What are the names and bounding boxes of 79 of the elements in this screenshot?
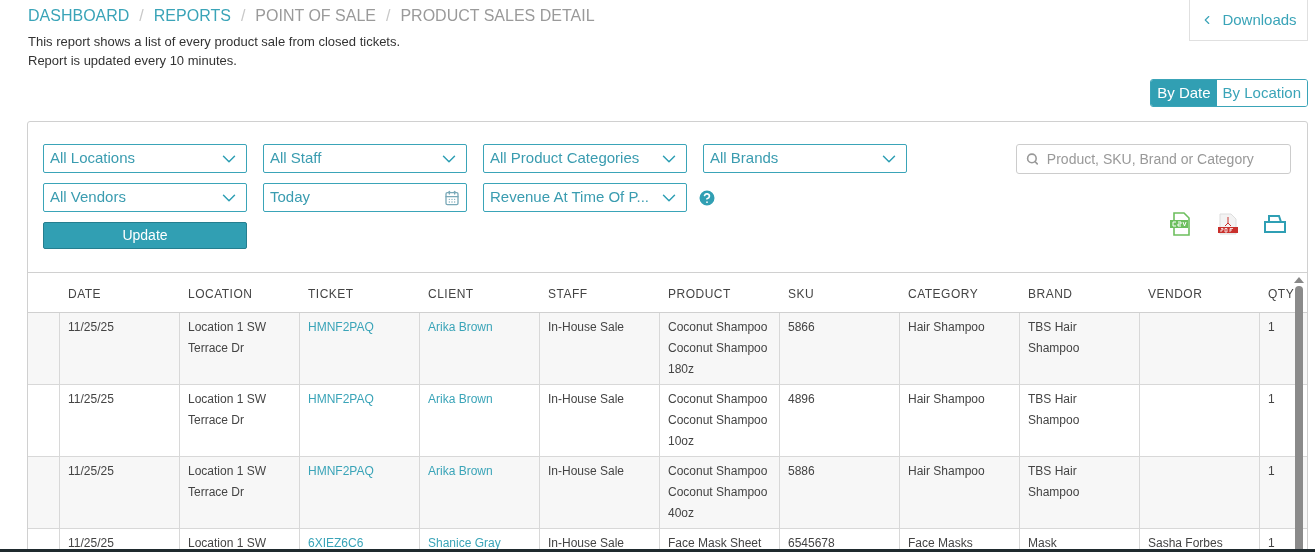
scrollbar[interactable] [1294, 277, 1304, 552]
help-icon[interactable] [697, 187, 717, 208]
table-cell: 1 [1268, 392, 1275, 406]
table-link[interactable]: Arika Brown [428, 464, 493, 478]
table-cell: TBS Hair Shampoo [1028, 464, 1080, 499]
table-cell: Hair Shampoo [908, 392, 985, 406]
table-link[interactable]: Shanice Gray [428, 536, 501, 550]
breadcrumb-item: PRODUCT SALES DETAIL [400, 6, 595, 26]
table-cell: TBS Hair Shampoo [1028, 392, 1080, 427]
table-cell: Face Mask Sheet [668, 536, 762, 550]
table-cell: 5866 [788, 320, 815, 334]
search-icon [1026, 152, 1039, 166]
breadcrumb-link[interactable]: DASHBOARD [28, 4, 130, 28]
table-cell: TBS Hair Shampoo [1028, 320, 1080, 355]
table-cell: In-House Sale [548, 536, 625, 550]
table-cell: In-House Sale [548, 320, 625, 334]
pdf-file-icon[interactable] [1217, 213, 1239, 235]
dropdown[interactable]: Revenue At Time Of P... [483, 183, 687, 212]
table-cell: Location 1 SW Terrace Dr [188, 320, 267, 355]
column-header: DATE [68, 286, 102, 301]
breadcrumb-separator: / [139, 6, 144, 26]
description-text: Report is updated every 10 minutes. [28, 52, 238, 70]
table-cell: Hair Shampoo [908, 464, 985, 478]
calendar-icon [444, 189, 460, 206]
table-cell: Location 1 SW [188, 536, 267, 550]
table-cell: Sasha Forbes [1148, 536, 1223, 550]
table-cell: In-House Sale [548, 464, 625, 478]
table-cell: Coconut Shampoo Coconut Shampoo 10oz [668, 392, 768, 448]
column-header: CATEGORY [908, 286, 979, 301]
column-header: TICKET [308, 286, 354, 301]
table-cell: 11/25/25 [68, 536, 114, 550]
table-cell: 5886 [788, 464, 815, 478]
table-cell: In-House Sale [548, 392, 625, 406]
breadcrumb-separator: / [385, 6, 391, 26]
table-cell: 1 [1268, 320, 1275, 334]
table-cell: Coconut Shampoo Coconut Shampoo 180z [668, 320, 768, 376]
table-link[interactable]: HMNF2PAQ [308, 320, 374, 334]
breadcrumb-item: POINT OF SALE [255, 6, 376, 26]
dropdown[interactable]: All Locations [43, 144, 247, 173]
description-text: This report shows a list of every product sale from closed tickets. [28, 33, 402, 51]
table-cell: 6545678 [788, 536, 835, 550]
printer-icon[interactable] [1263, 214, 1287, 234]
csv-file-icon[interactable] [1169, 212, 1193, 236]
column-header: LOCATION [188, 286, 253, 301]
table-cell: 11/25/25 [68, 320, 114, 334]
table-cell: 1 [1268, 464, 1275, 478]
dropdown[interactable]: All Staff [263, 144, 467, 173]
view-toggle-tab[interactable]: By Date [1151, 80, 1217, 106]
table-cell: 11/25/25 [68, 464, 114, 478]
search-field[interactable]: Product, SKU, Brand or Category [1016, 144, 1291, 174]
table-link[interactable]: Arika Brown [428, 320, 493, 334]
table-link[interactable]: HMNF2PAQ [308, 392, 374, 406]
table-cell: Location 1 SW Terrace Dr [188, 464, 267, 499]
table-cell: Hair Shampoo [908, 320, 985, 334]
table-link[interactable]: 6XIEZ6C6 [308, 536, 364, 550]
breadcrumb-link[interactable]: REPORTS [153, 4, 231, 28]
column-header: QTY [1268, 286, 1295, 301]
downloads-button[interactable]: Downloads [1189, 0, 1308, 41]
dropdown[interactable]: All Product Categories [483, 144, 687, 173]
column-header: BRAND [1028, 286, 1073, 301]
table-link[interactable]: HMNF2PAQ [308, 464, 374, 478]
table-cell: Mask [1028, 536, 1057, 550]
table-cell: Coconut Shampoo Coconut Shampoo 40oz [668, 464, 768, 520]
dropdown[interactable]: All Brands [703, 144, 907, 173]
column-header: PRODUCT [668, 286, 731, 301]
table-cell: 1 [1268, 536, 1275, 550]
column-header: SKU [788, 286, 815, 301]
table-link[interactable]: Arika Brown [428, 392, 493, 406]
table-cell: Face Masks [908, 536, 973, 550]
column-header: VENDOR [1148, 286, 1203, 301]
column-header: STAFF [548, 286, 588, 301]
breadcrumb-separator: / [240, 6, 246, 26]
table-cell: 4896 [788, 392, 815, 406]
column-header: CLIENT [428, 286, 474, 301]
table-cell: 11/25/25 [68, 392, 114, 406]
dropdown[interactable]: All Vendors [43, 183, 247, 212]
table-cell: Location 1 SW Terrace Dr [188, 392, 267, 427]
update-button[interactable]: Update [43, 222, 247, 249]
date-field[interactable]: Today [263, 183, 467, 212]
